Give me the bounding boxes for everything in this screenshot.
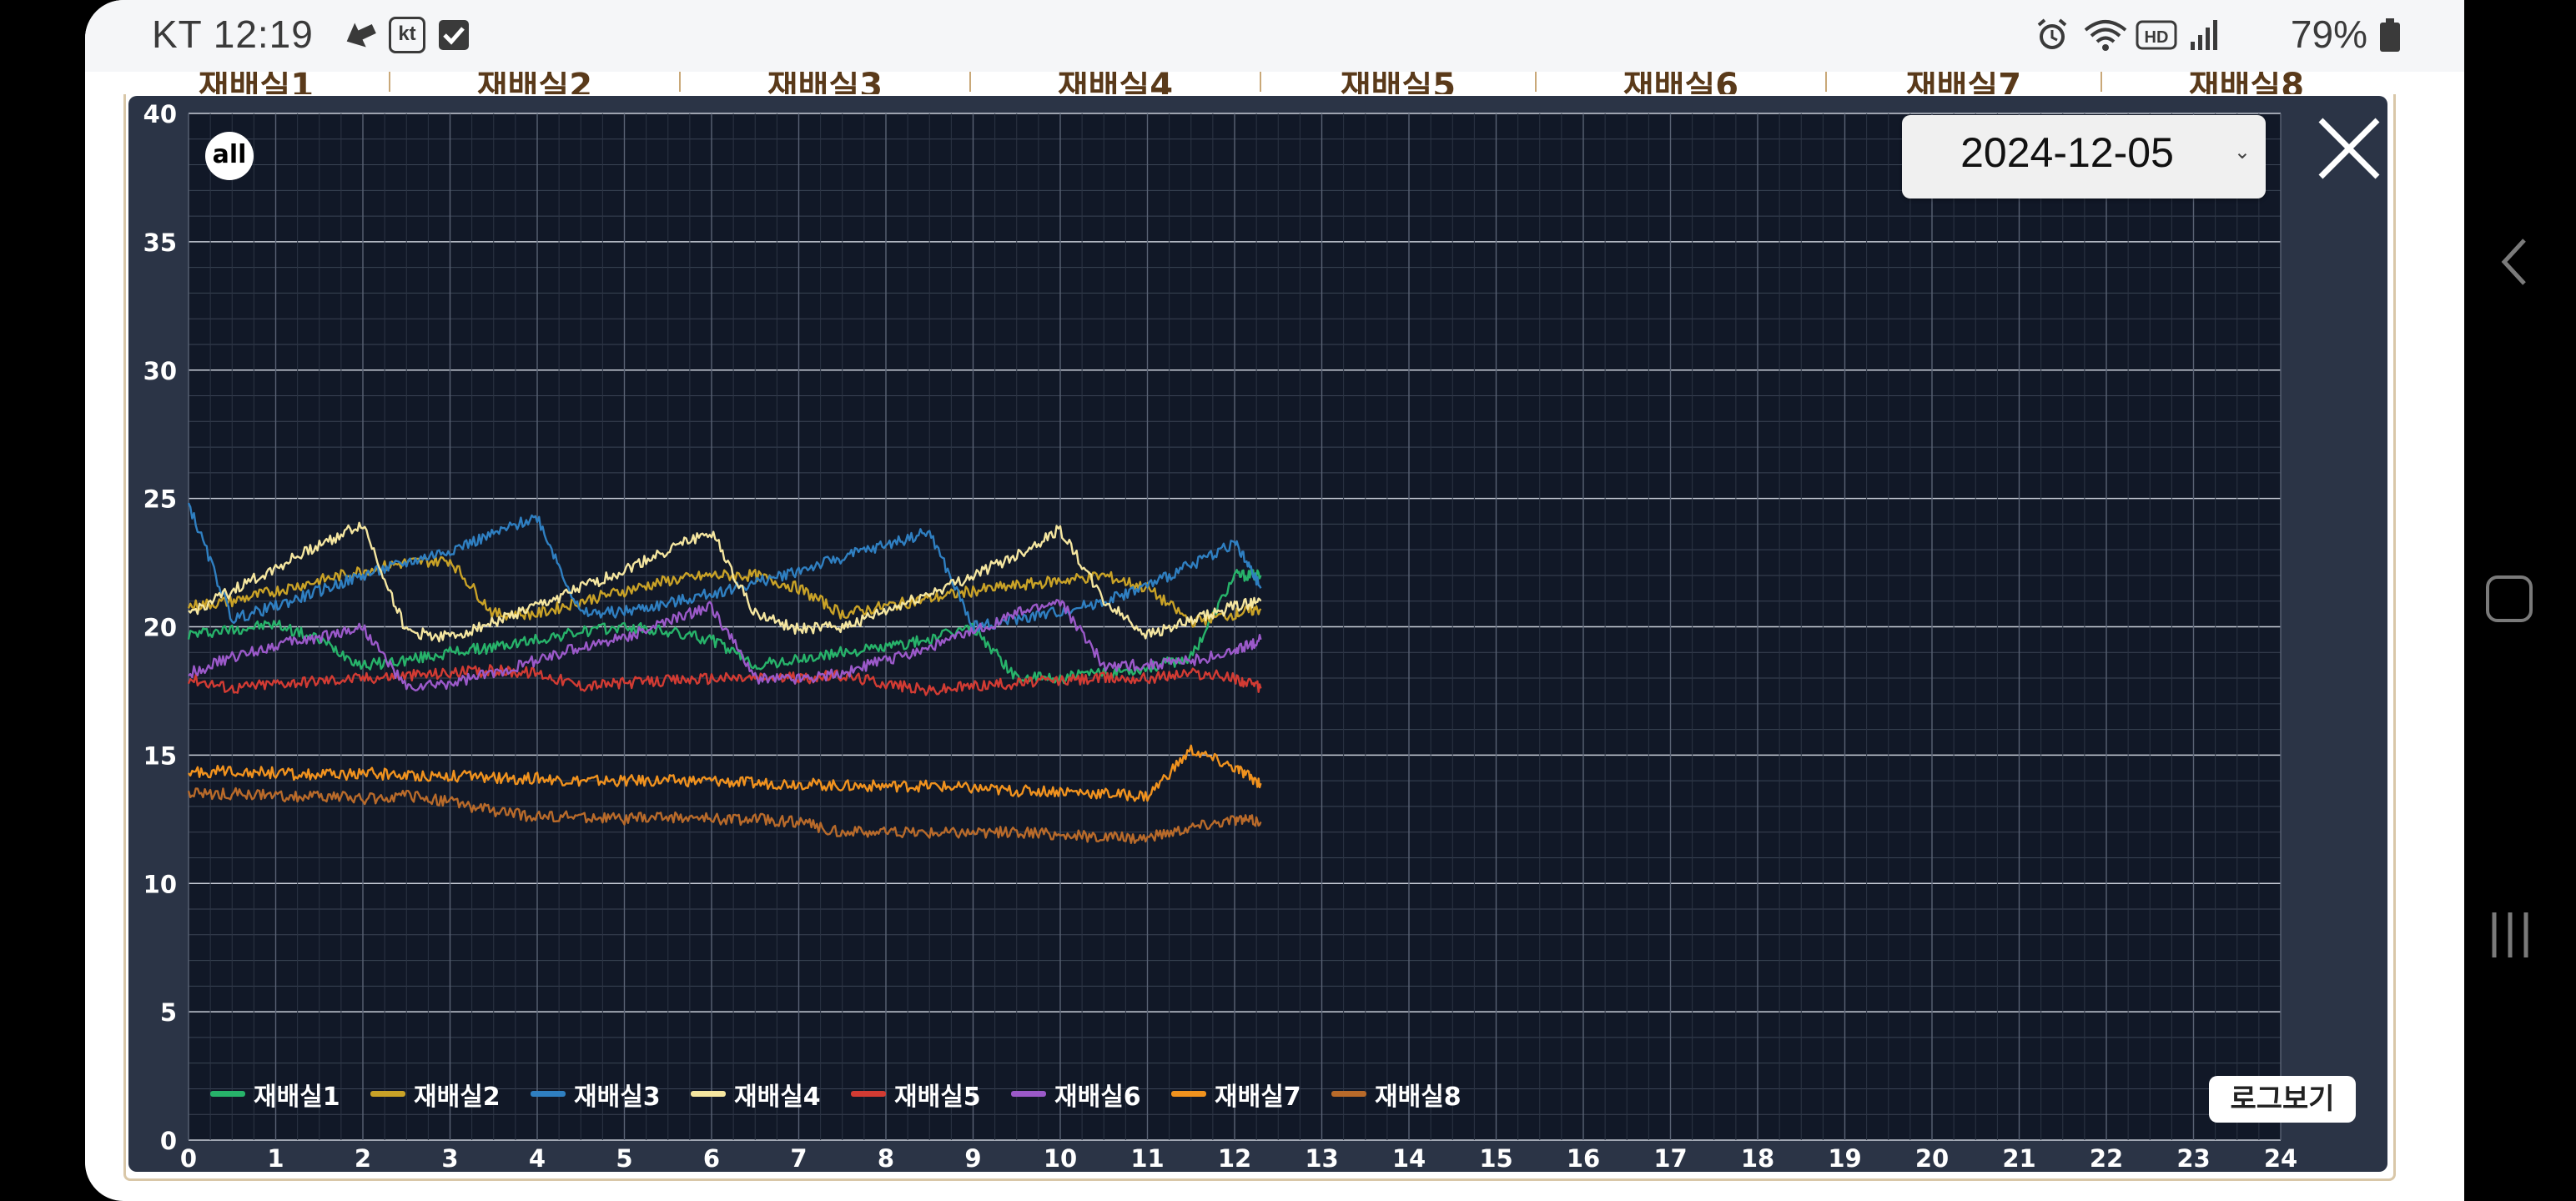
log-view-button[interactable]: 로그보기: [2209, 1076, 2356, 1123]
legend-label: 재배실3: [574, 1083, 661, 1112]
room-tab-strip: 재배실1 재배실2 재배실3 재배실4 재배실5 재배실6 재배실7 재배실8: [123, 72, 2391, 95]
legend-label: 재배실7: [1215, 1083, 1301, 1112]
tab-room-3[interactable]: 재배실3: [681, 72, 971, 95]
x-tick-label: 17: [1653, 1144, 1687, 1172]
y-tick-label: 40: [143, 100, 177, 128]
legend-label: 재배실6: [1054, 1083, 1141, 1112]
x-tick-label: 5: [616, 1144, 632, 1172]
x-tick-label: 23: [2176, 1144, 2210, 1172]
status-bar: KT 12:19 kt HD 79%: [85, 0, 2464, 72]
x-tick-label: 10: [1044, 1144, 1077, 1172]
x-tick-label: 15: [1479, 1144, 1512, 1172]
x-tick-label: 1: [267, 1144, 284, 1172]
y-tick-label: 35: [143, 229, 177, 257]
system-nav-bar: [2464, 0, 2576, 1201]
tab-room-7[interactable]: 재배실7: [1827, 72, 2102, 95]
x-tick-label: 6: [703, 1144, 720, 1172]
x-tick-label: 16: [1567, 1144, 1600, 1172]
x-tick-label: 21: [2002, 1144, 2035, 1172]
status-time: KT 12:19: [152, 13, 314, 56]
legend-label: 재배실2: [414, 1083, 501, 1112]
check-box-icon: [439, 20, 469, 50]
y-tick-label: 10: [143, 870, 177, 898]
legend-label: 재배실4: [734, 1083, 821, 1112]
x-tick-label: 20: [1915, 1144, 1949, 1172]
chart-canvas: 05101520253035400 1 2 3 4 5 6 7 8 9 10 11 12 13 14 15 16…: [143, 100, 2298, 1172]
x-tick-label: 18: [1741, 1144, 1774, 1172]
navigation-arrow-icon: [346, 23, 376, 48]
x-tick-label: 8: [878, 1144, 894, 1172]
date-value: 2024-12-05: [1960, 129, 2174, 176]
tab-room-2[interactable]: 재배실2: [390, 72, 681, 95]
wifi-icon: [2084, 20, 2127, 51]
x-tick-label: 14: [1392, 1144, 1426, 1172]
battery-percent: 79%: [2290, 13, 2367, 56]
x-tick-label: 13: [1305, 1144, 1338, 1172]
legend-label: 재배실1: [254, 1083, 340, 1112]
tab-room-4[interactable]: 재배실4: [971, 72, 1261, 95]
hd-icon: HD: [2136, 20, 2177, 50]
kt-badge-icon: kt: [389, 17, 425, 53]
x-tick-label: 2: [355, 1144, 371, 1172]
tab-room-8[interactable]: 재배실8: [2102, 72, 2391, 95]
battery-icon: [2380, 18, 2400, 52]
back-icon[interactable]: [2498, 237, 2531, 287]
legend-label: 재배실8: [1375, 1083, 1462, 1112]
y-tick-label: 5: [160, 998, 177, 1027]
svg-text:HD: HD: [2145, 28, 2169, 47]
tab-room-1[interactable]: 재배실1: [123, 72, 390, 95]
all-toggle-button[interactable]: all: [205, 132, 254, 180]
y-tick-label: 20: [143, 614, 177, 642]
x-tick-label: 19: [1828, 1144, 1861, 1172]
x-tick-label: 12: [1218, 1144, 1251, 1172]
close-icon[interactable]: [2316, 115, 2382, 182]
x-tick-label: 11: [1130, 1144, 1164, 1172]
signal-icon: [2191, 20, 2217, 50]
x-tick-label: 3: [441, 1144, 458, 1172]
y-tick-label: 25: [143, 485, 177, 514]
y-tick-label: 30: [143, 357, 177, 385]
x-tick-label: 24: [2264, 1144, 2297, 1172]
recent-apps-icon[interactable]: [2488, 909, 2533, 961]
legend-label: 재배실5: [894, 1083, 981, 1112]
x-tick-label: 22: [2090, 1144, 2123, 1172]
y-tick-label: 15: [143, 741, 177, 770]
x-tick-label: 7: [790, 1144, 807, 1172]
x-tick-label: 0: [180, 1144, 197, 1172]
chevron-down-icon: ⌄: [2233, 140, 2251, 163]
alarm-icon: [2037, 18, 2067, 49]
x-tick-label: 4: [529, 1144, 546, 1172]
tab-room-6[interactable]: 재배실6: [1537, 72, 1827, 95]
home-icon[interactable]: [2486, 575, 2533, 622]
tab-room-5[interactable]: 재배실5: [1261, 72, 1537, 95]
temperature-chart: 0 5 10 15 20 25 30 35 40 0 1 2 3 4 5 6 7 8 9 10 11 12 13 14 15 16…: [128, 96, 2387, 1172]
y-tick-label: 0: [160, 1127, 177, 1155]
date-select[interactable]: 2024-12-05 ⌄: [1902, 115, 2266, 198]
x-tick-label: 9: [964, 1144, 981, 1172]
